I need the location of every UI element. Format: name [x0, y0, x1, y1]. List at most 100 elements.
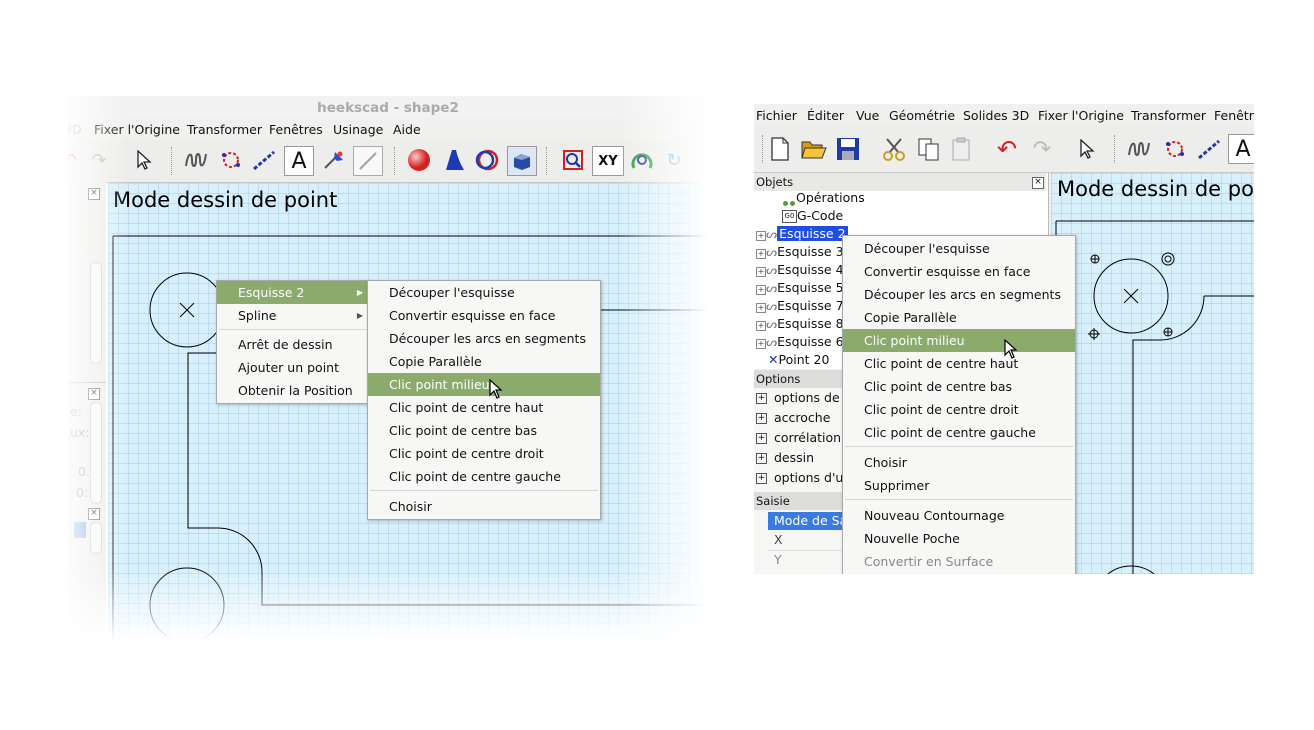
menu-transformer[interactable]: Transformer [187, 122, 262, 137]
menu-item-nouveau-contournage[interactable]: Nouveau Contournage [843, 504, 1075, 527]
new-file-icon[interactable] [767, 136, 793, 162]
menu-item-decouper-arcs[interactable]: Découper les arcs en segments [368, 327, 600, 350]
undo-icon[interactable]: ↶ [994, 135, 1020, 163]
tree-item-operations[interactable]: Opérations [782, 189, 865, 207]
menu-item-ajouter-point[interactable]: Ajouter un point [217, 356, 369, 379]
menu-item-convertir-face[interactable]: Convertir esquisse en face [843, 260, 1075, 283]
scrollbar[interactable] [90, 402, 102, 504]
menu-item-copie-parallele[interactable]: Copie Parallèle [368, 350, 600, 373]
circle-points-icon[interactable] [1162, 136, 1188, 162]
menu-vue[interactable]: Vue [856, 108, 879, 123]
menu-transformer[interactable]: Transformer [1131, 108, 1206, 123]
menu-item-arret-dessin[interactable]: Arrêt de dessin [217, 333, 369, 356]
close-panel-icon[interactable]: × [88, 508, 100, 520]
menu-fixer-origine[interactable]: Fixer l'Origine [94, 122, 180, 137]
menu-fichier[interactable]: Fichier [756, 108, 797, 123]
text-tool-icon[interactable]: A [284, 146, 314, 176]
tree-item-point-20[interactable]: ✕Point 20 [768, 351, 829, 369]
paste-icon[interactable] [948, 136, 974, 162]
close-panel-icon[interactable]: × [88, 388, 100, 400]
copy-icon[interactable] [916, 136, 942, 162]
menu-item-centre-haut[interactable]: Clic point de centre haut [843, 352, 1075, 375]
option-options-du[interactable]: + options d'u [754, 468, 844, 488]
drawing-canvas[interactable]: Mode dessin de po [1051, 173, 1254, 574]
zoom-fit-icon[interactable] [629, 147, 655, 173]
menu-item-clic-point-milieu[interactable]: Clic point milieu [843, 329, 1075, 352]
tree-item-gcode[interactable]: G0 G-Code [782, 207, 843, 225]
menu-item-obtenir-position[interactable]: Obtenir la Position [217, 379, 369, 402]
rotate-icon[interactable]: ↻ [661, 147, 687, 173]
menu-item-decouper-arcs[interactable]: Découper les arcs en segments [843, 283, 1075, 306]
expand-icon[interactable]: + [756, 303, 766, 313]
menu-3d[interactable]: 3D [68, 122, 82, 137]
redo-icon[interactable]: ↷ [1029, 136, 1055, 162]
zoom-window-icon[interactable] [560, 147, 586, 173]
scrollbar[interactable] [90, 262, 102, 364]
expand-icon[interactable]: + [756, 285, 766, 295]
menu-item-convertir-face[interactable]: Convertir esquisse en face [368, 304, 600, 327]
undo-icon[interactable]: ↶ [68, 147, 82, 173]
menu-item-centre-droit[interactable]: Clic point de centre droit [368, 442, 600, 465]
menu-usinage[interactable]: Usinage [333, 122, 383, 137]
close-panel-icon[interactable]: × [1032, 177, 1044, 189]
menu-item-choisir[interactable]: Choisir [368, 495, 600, 518]
menu-item-supprimer[interactable]: Supprimer [843, 474, 1075, 497]
solid-box-icon[interactable] [507, 146, 537, 176]
tree-item-esquisse-4[interactable]: ᔕEsquisse 4 [766, 261, 844, 279]
open-folder-icon[interactable] [801, 136, 827, 162]
cut-icon[interactable] [881, 136, 907, 162]
menu-item-centre-haut[interactable]: Clic point de centre haut [368, 396, 600, 419]
line-icon[interactable] [1196, 136, 1222, 162]
menu-item-centre-bas[interactable]: Clic point de centre bas [843, 375, 1075, 398]
menu-fixer-origine[interactable]: Fixer l'Origine [1038, 108, 1124, 123]
menu-item-nouvelle-poche[interactable]: Nouvelle Poche [843, 527, 1075, 550]
save-icon[interactable] [835, 136, 861, 162]
menu-item-decouper-esquisse[interactable]: Découper l'esquisse [368, 281, 600, 304]
spline-icon[interactable] [1126, 136, 1152, 162]
dimension-icon[interactable] [353, 146, 383, 176]
expand-icon[interactable]: + [756, 321, 766, 331]
close-panel-icon[interactable]: × [88, 188, 100, 200]
option-correlation[interactable]: + corrélation [754, 428, 844, 448]
select-cursor-icon[interactable] [131, 147, 157, 173]
revolve-icon[interactable] [474, 147, 500, 173]
redo-icon[interactable]: ↷ [86, 147, 112, 173]
menu-aide[interactable]: Aide [393, 122, 421, 137]
menu-item-decouper-esquisse[interactable]: Découper l'esquisse [843, 237, 1075, 260]
tree-item-esquisse-6[interactable]: ᔕEsquisse 6 [766, 333, 844, 351]
menu-item-centre-gauche[interactable]: Clic point de centre gauche [368, 465, 600, 488]
expand-icon[interactable]: + [756, 267, 766, 277]
tree-item-esquisse-2[interactable]: ᔕ Esquisse 2 [766, 225, 848, 243]
pin-icon[interactable] [321, 147, 347, 173]
sphere-icon[interactable] [406, 147, 432, 173]
option-dessin[interactable]: + dessin [754, 448, 844, 468]
menu-fenetres[interactable]: Fenêtres [269, 122, 323, 137]
menu-item-centre-gauche[interactable]: Clic point de centre gauche [843, 421, 1075, 444]
tree-item-esquisse-5[interactable]: ᔕEsquisse 5 [766, 279, 844, 297]
circle-points-icon[interactable] [218, 147, 244, 173]
menu-item-convertir-surface[interactable]: Convertir en Surface [843, 550, 1075, 573]
option-accroche[interactable]: + accroche [754, 408, 844, 428]
menu-item-centre-droit[interactable]: Clic point de centre droit [843, 398, 1075, 421]
menu-fenetre[interactable]: Fenêtre [1214, 108, 1254, 123]
expand-icon[interactable]: + [756, 231, 766, 241]
line-icon[interactable] [251, 147, 277, 173]
text-tool-icon[interactable]: A [1228, 134, 1254, 164]
menu-item-spline[interactable]: Spline ▶ [217, 304, 369, 327]
menu-item-clic-point-milieu[interactable]: Clic point milieu [368, 373, 600, 396]
select-cursor-icon[interactable] [1074, 136, 1100, 162]
expand-icon[interactable]: + [756, 249, 766, 259]
menu-item-copie-parallele[interactable]: Copie Parallèle [843, 306, 1075, 329]
extrude-icon[interactable] [441, 147, 467, 173]
scrollbar[interactable] [90, 522, 102, 554]
spline-icon[interactable] [183, 147, 209, 173]
menu-editer[interactable]: Éditer [807, 108, 844, 123]
menu-geometrie[interactable]: Géométrie [889, 108, 955, 123]
option-options-de[interactable]: + options de [754, 388, 844, 408]
view-xy-icon[interactable]: XY [592, 146, 624, 176]
menu-item-esquisse-2[interactable]: Esquisse 2 ▶ [217, 281, 369, 304]
menu-item-choisir[interactable]: Choisir [843, 451, 1075, 474]
menu-item-centre-bas[interactable]: Clic point de centre bas [368, 419, 600, 442]
tree-item-esquisse-7[interactable]: ᔕEsquisse 7 [766, 297, 844, 315]
expand-icon[interactable]: + [756, 339, 766, 349]
